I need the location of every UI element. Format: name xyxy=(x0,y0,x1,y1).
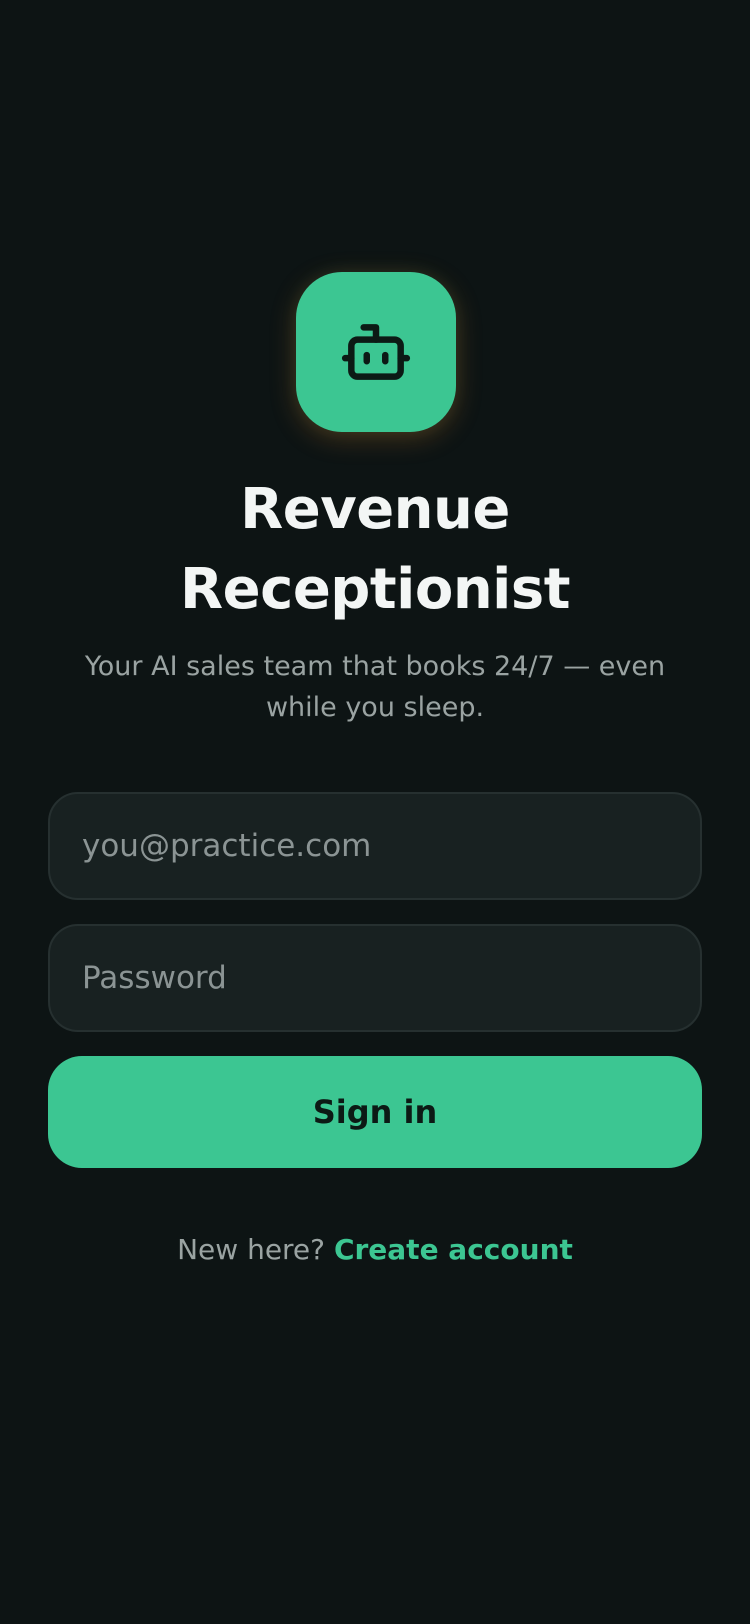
robot-icon xyxy=(341,324,411,380)
app-logo xyxy=(296,272,456,432)
email-input[interactable] xyxy=(48,792,702,900)
app-tagline: Your AI sales team that books 24/7 — eve… xyxy=(84,651,666,723)
create-account-link[interactable]: Create account xyxy=(334,1233,573,1266)
login-screen: Revenue Receptionist Your AI sales team t… xyxy=(0,0,750,1624)
signup-prompt-text: New here? xyxy=(177,1233,326,1266)
app-title: Revenue Receptionist xyxy=(0,470,750,630)
password-input[interactable] xyxy=(48,924,702,1032)
signup-prompt-row: New here? Create account xyxy=(0,1230,750,1270)
sign-in-button[interactable]: Sign in xyxy=(48,1056,702,1168)
app-title-line1: Revenue xyxy=(240,477,510,542)
app-title-line2: Receptionist xyxy=(180,557,570,622)
